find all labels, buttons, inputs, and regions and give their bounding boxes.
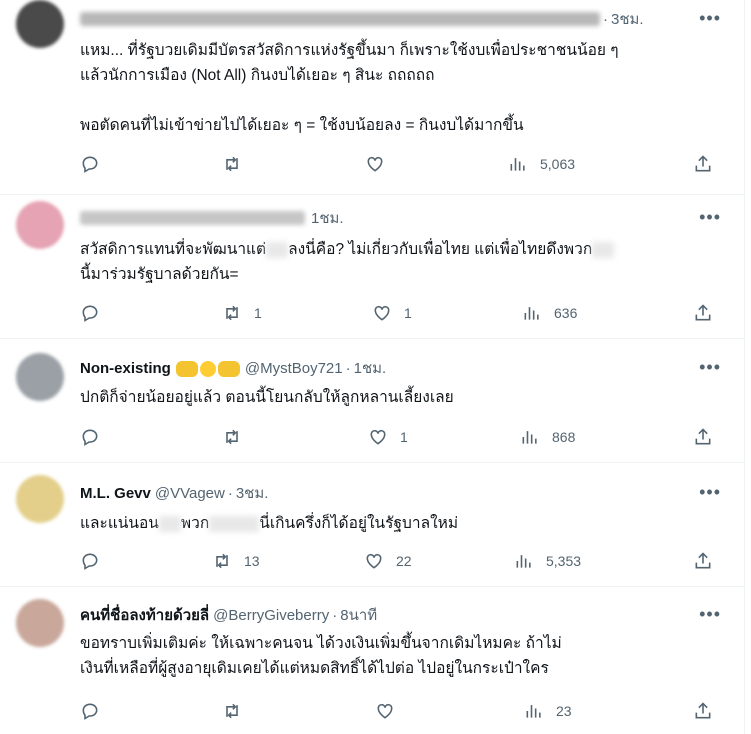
reply-icon (82, 553, 98, 570)
share-icon (695, 428, 711, 445)
reply-button[interactable] (80, 301, 100, 325)
views-button[interactable]: 5,353 (514, 549, 581, 573)
tweet-actions: 13 22 5,353 (80, 549, 730, 573)
tweet-text: และแน่นอน พวก นี่เกินครึ่งก็ได้อยู่ในรัฐบา… (80, 515, 459, 532)
retweet-button[interactable]: 1 (222, 301, 262, 325)
tweet-header: Non-existing @MystBoy721 · 1ชม. (80, 357, 695, 379)
handle[interactable]: @MystBoy721 (245, 360, 343, 377)
tweet-actions: 23 (80, 699, 730, 723)
tweet-header: คนที่ชื่อลงท้ายด้วยลี่ @BerryGiveberry ·… (80, 604, 695, 626)
display-name[interactable]: M.L. Gevv (80, 485, 151, 502)
retweet-button[interactable]: 13 (212, 549, 260, 573)
more-icon[interactable]: ••• (699, 8, 721, 29)
replies-feed: · 3ชม. ••• แหม... ที่รัฐบวยเดิมมีบัตรสวั… (0, 0, 751, 734)
tweet-3[interactable]: Non-existing @MystBoy721 · 1ชม. ••• ปกติ… (0, 339, 745, 461)
tweet-actions: 5,063 (80, 152, 730, 176)
more-icon[interactable]: ••• (699, 604, 721, 625)
timestamp[interactable]: 3ชม. (236, 481, 269, 505)
views-button[interactable]: 23 (524, 699, 572, 723)
redacted-username (80, 12, 600, 26)
reply-icon (82, 429, 98, 446)
tweet-1[interactable]: · 3ชม. ••• แหม... ที่รัฐบวยเดิมมีบัตรสวั… (0, 0, 745, 200)
reply-button[interactable] (80, 152, 100, 176)
share-icon (695, 304, 711, 321)
retweet-icon (226, 156, 238, 172)
retweet-button[interactable] (222, 699, 242, 723)
tweet-text: ปกติก็จ่ายน้อยอยู่แล้ว ตอนนี้โยนกลับให้ล… (80, 389, 454, 406)
timestamp[interactable]: 8นาที (340, 603, 377, 627)
like-icon (377, 703, 393, 719)
like-button[interactable] (365, 152, 385, 176)
tweet-text: สวัสดิการแทนที่จะพัฒนาแต่ ลงนี่คือ? ไม่เก… (80, 237, 705, 287)
reply-icon (82, 156, 98, 173)
like-icon (366, 553, 382, 569)
more-icon[interactable]: ••• (699, 357, 721, 378)
reply-button[interactable] (80, 549, 100, 573)
retweet-icon (226, 703, 238, 719)
reply-icon (82, 703, 98, 720)
views-icon (526, 705, 541, 718)
redacted-word (209, 515, 260, 532)
tweet-2[interactable]: 1ชม. ••• สวัสดิการแทนที่จะพัฒนาแต่ ลงนี่ค… (0, 195, 745, 337)
share-button[interactable] (693, 425, 713, 449)
display-name[interactable]: Non-existing (80, 360, 171, 377)
views-icon (510, 158, 525, 171)
reply-icon (82, 305, 98, 322)
reply-button[interactable] (80, 425, 100, 449)
like-icon (374, 305, 390, 321)
share-button[interactable] (693, 549, 713, 573)
redacted-word (266, 241, 289, 258)
views-icon (516, 555, 531, 568)
views-icon (524, 307, 539, 320)
redacted-username (80, 211, 305, 225)
more-icon[interactable]: ••• (699, 482, 721, 503)
like-icon (370, 429, 386, 445)
views-button[interactable]: 5,063 (508, 152, 575, 176)
share-icon (695, 702, 711, 719)
avatar[interactable] (16, 0, 64, 48)
handle[interactable]: @VVagew (155, 485, 225, 502)
timestamp[interactable]: 1ชม. (311, 206, 344, 230)
share-icon (695, 155, 711, 172)
avatar[interactable] (16, 353, 64, 401)
timestamp[interactable]: 3ชม. (611, 7, 644, 31)
like-button[interactable]: 1 (368, 425, 408, 449)
share-icon (695, 552, 711, 569)
redacted-word (592, 241, 615, 258)
like-button[interactable] (375, 699, 395, 723)
share-button[interactable] (693, 699, 713, 723)
more-icon[interactable]: ••• (699, 207, 721, 228)
like-button[interactable]: 1 (372, 301, 412, 325)
retweet-icon (226, 429, 238, 445)
views-button[interactable]: 868 (520, 425, 575, 449)
tweet-header: · 3ชม. (80, 8, 695, 30)
tweet-header: 1ชม. (80, 207, 695, 229)
timestamp[interactable]: 1ชม. (354, 356, 387, 380)
share-button[interactable] (693, 152, 713, 176)
retweet-button[interactable] (222, 425, 242, 449)
like-icon (367, 156, 383, 172)
reply-button[interactable] (80, 699, 100, 723)
avatar[interactable] (16, 201, 64, 249)
emoji-decoration (175, 359, 241, 377)
display-name[interactable]: คนที่ชื่อลงท้ายด้วยลี่ (80, 603, 209, 627)
avatar[interactable] (16, 475, 64, 523)
redacted-word (158, 515, 181, 532)
retweet-icon (216, 553, 228, 569)
avatar[interactable] (16, 599, 64, 647)
tweet-header: M.L. Gevv @VVagew · 3ชม. (80, 482, 695, 504)
tweet-text: ขอทราบเพิ่มเติมค่ะ ให้เฉพาะคนจน ได้วงเงิ… (80, 635, 562, 677)
tweet-5[interactable]: คนที่ชื่อลงท้ายด้วยลี่ @BerryGiveberry ·… (0, 587, 745, 734)
retweet-button[interactable] (222, 152, 242, 176)
tweet-text: แหม... ที่รัฐบวยเดิมมีบัตรสวัสดิการแห่งร… (80, 42, 619, 134)
share-button[interactable] (693, 301, 713, 325)
views-button[interactable]: 636 (522, 301, 577, 325)
handle[interactable]: @BerryGiveberry (213, 607, 329, 624)
retweet-icon (226, 305, 238, 321)
like-button[interactable]: 22 (364, 549, 412, 573)
tweet-actions: 1 868 (80, 425, 730, 449)
tweet-4[interactable]: M.L. Gevv @VVagew · 3ชม. ••• และแน่นอน พว… (0, 463, 745, 585)
tweet-actions: 1 1 636 (80, 301, 730, 325)
views-icon (522, 431, 537, 444)
